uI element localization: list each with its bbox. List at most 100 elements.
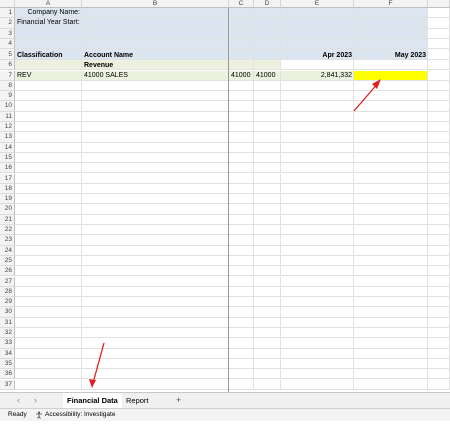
row-header[interactable]: 8	[0, 80, 15, 92]
grid-cell[interactable]	[229, 204, 254, 215]
grid-cell[interactable]	[428, 101, 450, 112]
grid-cell[interactable]	[428, 49, 450, 61]
row-header[interactable]: 31	[0, 317, 15, 328]
grid-cell[interactable]	[82, 276, 229, 287]
grid-cell[interactable]	[281, 276, 354, 287]
grid-cell[interactable]	[354, 379, 428, 390]
grid-cell[interactable]	[82, 317, 229, 328]
grid-cell[interactable]	[229, 286, 254, 298]
grid-cell[interactable]	[229, 111, 254, 122]
grid-cell[interactable]	[82, 80, 229, 92]
spreadsheet-grid[interactable]: A B C D E F 1 2 3 4 5 6 7 8 9 10 11 12 13 14 15 16 17 18 1…	[0, 0, 450, 392]
grid-cell[interactable]	[281, 348, 354, 359]
grid-cell[interactable]	[15, 266, 82, 277]
grid-cell[interactable]	[354, 245, 428, 256]
grid-cell[interactable]	[15, 286, 82, 298]
grid-cell[interactable]	[281, 173, 354, 184]
grid-cell[interactable]	[82, 163, 229, 174]
grid-cell[interactable]	[15, 101, 82, 112]
grid-cell[interactable]	[229, 132, 254, 143]
grid-cell[interactable]	[354, 214, 428, 225]
row-header[interactable]: 18	[0, 183, 15, 195]
grid-cell[interactable]	[15, 358, 82, 370]
grid-cell[interactable]	[428, 307, 450, 318]
grid-cell[interactable]	[281, 183, 354, 195]
row-header[interactable]: 9	[0, 91, 15, 102]
grid-cell[interactable]	[354, 369, 428, 380]
grid-cell[interactable]	[428, 266, 450, 277]
grid-cell[interactable]	[82, 369, 229, 380]
grid-cell[interactable]	[82, 297, 229, 308]
grid-cell[interactable]	[15, 214, 82, 225]
grid-cell[interactable]	[354, 28, 428, 39]
grid-cell[interactable]	[82, 328, 229, 339]
column-header-c[interactable]: C	[229, 0, 254, 8]
grid-cell[interactable]	[254, 60, 281, 71]
grid-cell[interactable]	[428, 18, 450, 29]
row-header[interactable]: 10	[0, 101, 15, 112]
grid-cell[interactable]	[254, 276, 281, 287]
grid-cell[interactable]	[354, 204, 428, 215]
grid-cell[interactable]	[428, 91, 450, 102]
grid-cell[interactable]	[15, 60, 82, 71]
chevron-left-icon[interactable]: ‹	[17, 393, 20, 408]
grid-cell[interactable]	[229, 173, 254, 184]
grid-cell[interactable]	[428, 245, 450, 256]
grid-cell[interactable]	[254, 214, 281, 225]
row-header[interactable]: 32	[0, 328, 15, 339]
grid-cell[interactable]	[82, 194, 229, 205]
grid-cell[interactable]	[428, 348, 450, 359]
grid-cell[interactable]	[281, 317, 354, 328]
row-header[interactable]: 22	[0, 225, 15, 236]
row-header[interactable]: 14	[0, 142, 15, 153]
grid-cell[interactable]	[229, 235, 254, 246]
grid-cell[interactable]	[428, 358, 450, 370]
column-header-a[interactable]: A	[15, 0, 82, 8]
grid-cell[interactable]	[254, 28, 281, 39]
grid-cell[interactable]	[354, 101, 428, 112]
grid-cell[interactable]	[428, 38, 450, 50]
grid-cell[interactable]	[428, 142, 450, 153]
grid-cell[interactable]	[15, 142, 82, 153]
grid-cell[interactable]	[15, 235, 82, 246]
grid-cell[interactable]	[254, 183, 281, 195]
grid-cell[interactable]	[428, 276, 450, 287]
grid-cell[interactable]	[428, 173, 450, 184]
rev-may-value-cell[interactable]	[354, 71, 428, 81]
grid-cell[interactable]	[428, 369, 450, 380]
rev-classification-cell[interactable]: REV	[15, 71, 82, 81]
grid-cell[interactable]	[15, 255, 82, 267]
grid-cell[interactable]	[254, 101, 281, 112]
grid-cell[interactable]	[281, 142, 354, 153]
grid-cell[interactable]	[229, 80, 254, 92]
grid-cell[interactable]	[354, 38, 428, 50]
row-header[interactable]: 13	[0, 132, 15, 143]
row-header[interactable]: 26	[0, 266, 15, 277]
grid-cell[interactable]	[354, 152, 428, 164]
grid-cell[interactable]	[15, 111, 82, 122]
grid-cell[interactable]	[281, 255, 354, 267]
row-header[interactable]: 34	[0, 348, 15, 359]
grid-cell[interactable]	[281, 18, 354, 29]
grid-cell[interactable]	[82, 255, 229, 267]
grid-cell[interactable]	[15, 132, 82, 143]
rev-code-d-cell[interactable]: 41000	[254, 71, 281, 81]
grid-cell[interactable]	[15, 194, 82, 205]
grid-cell[interactable]	[15, 328, 82, 339]
grid-cell[interactable]	[82, 225, 229, 236]
row-header[interactable]: 35	[0, 358, 15, 370]
grid-cell[interactable]	[82, 111, 229, 122]
column-header-f[interactable]: F	[354, 0, 428, 8]
row-header[interactable]: 20	[0, 204, 15, 215]
grid-cell[interactable]	[229, 255, 254, 267]
grid-cell[interactable]	[281, 379, 354, 390]
row-header[interactable]: 4	[0, 38, 15, 50]
grid-cell[interactable]	[82, 91, 229, 102]
grid-cell[interactable]	[229, 28, 254, 39]
grid-cell[interactable]	[229, 142, 254, 153]
grid-cell[interactable]	[82, 348, 229, 359]
grid-cell[interactable]	[15, 122, 82, 133]
grid-cell[interactable]	[254, 8, 281, 19]
grid-cell[interactable]	[281, 152, 354, 164]
grid-cell[interactable]	[354, 122, 428, 133]
